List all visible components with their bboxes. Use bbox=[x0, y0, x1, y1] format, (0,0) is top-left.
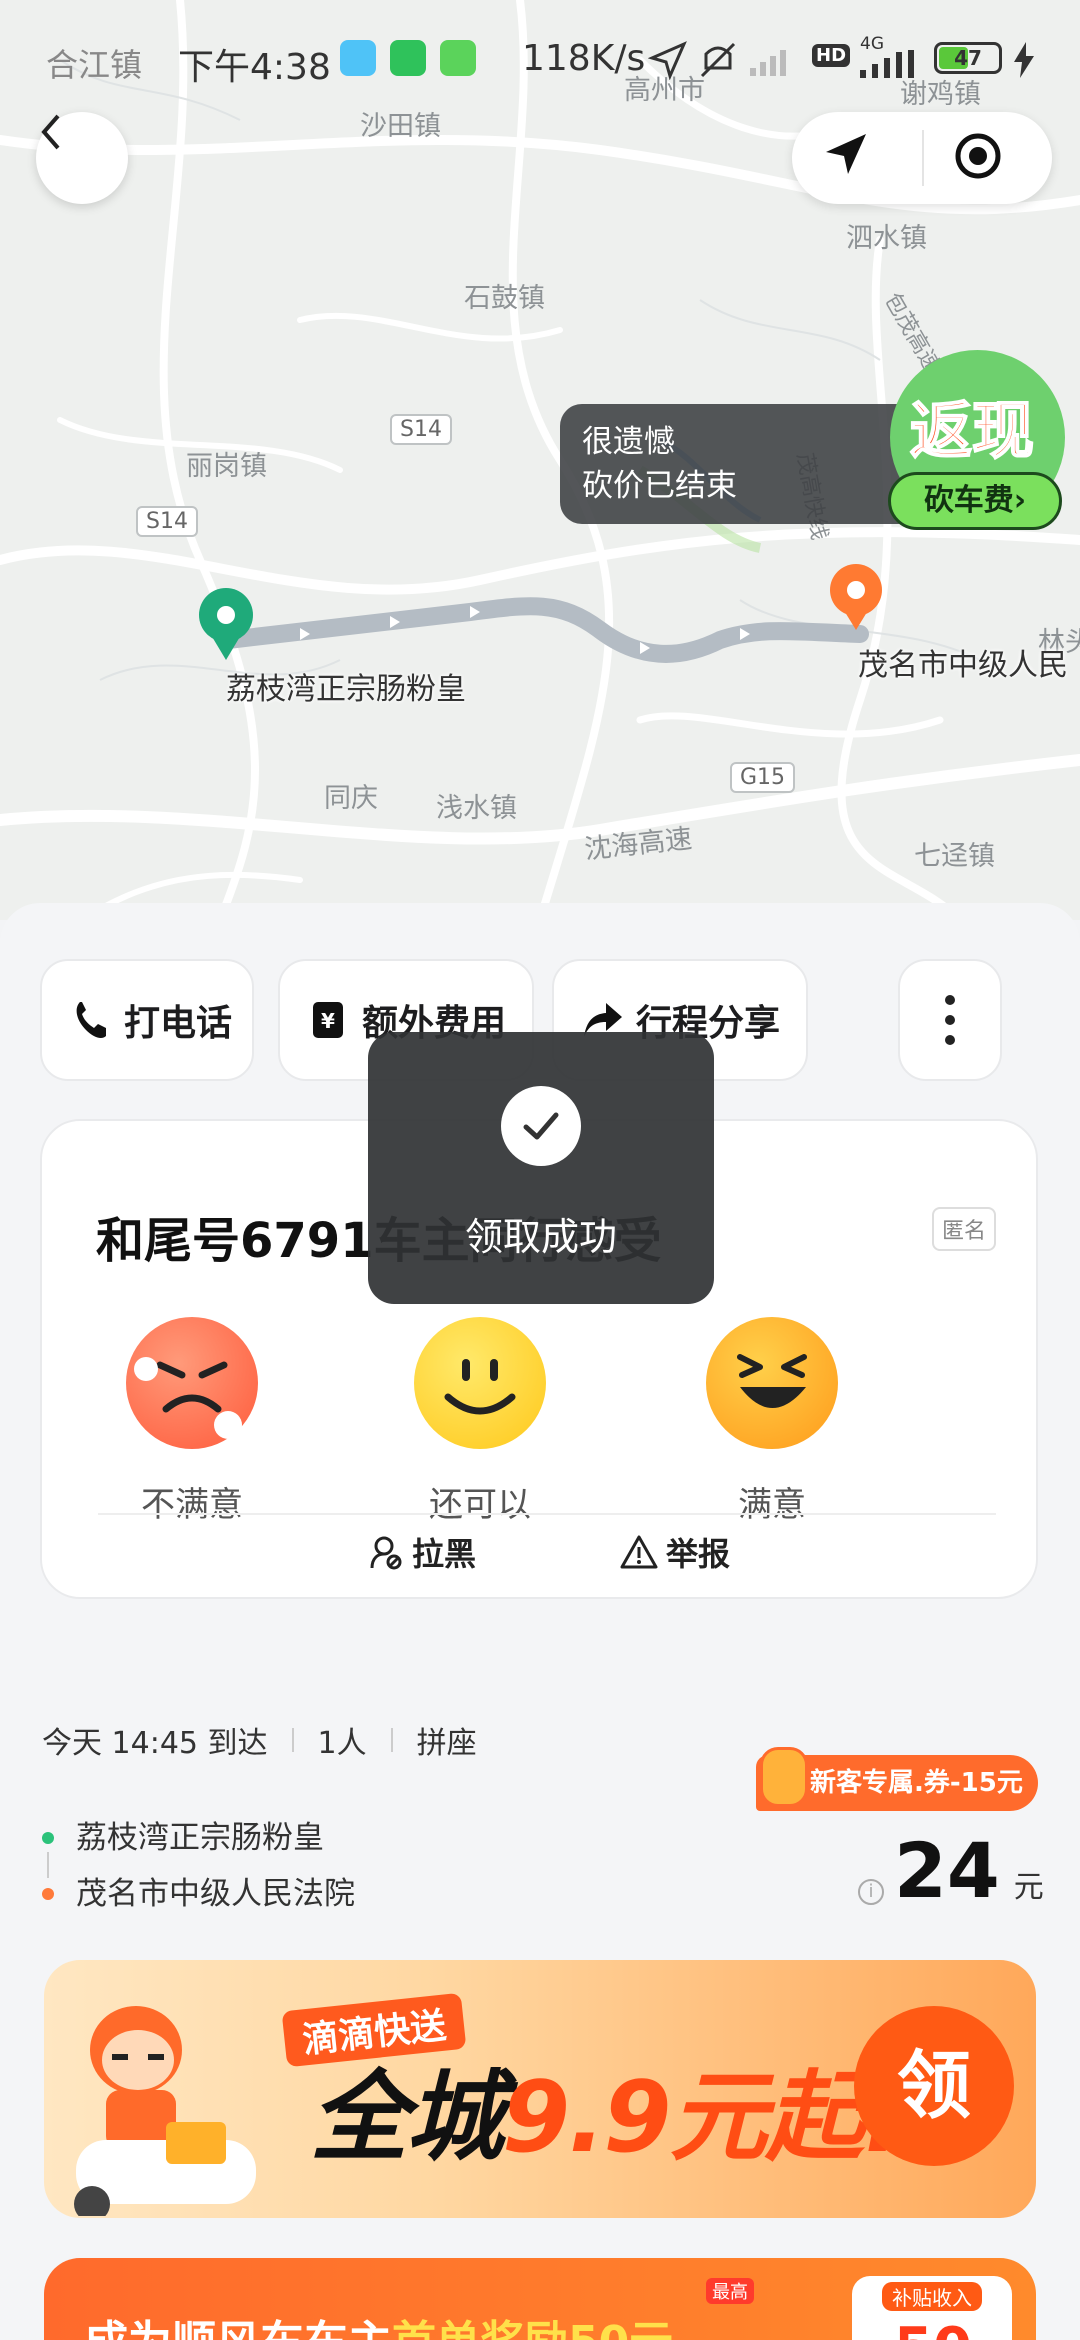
location-arrow-icon bbox=[648, 41, 687, 80]
claim-button[interactable]: 领 bbox=[854, 2006, 1014, 2166]
delivery-mascot-illustration bbox=[74, 2006, 256, 2216]
map-place-label: 泗水镇 bbox=[846, 223, 927, 254]
info-icon[interactable]: i bbox=[858, 1879, 884, 1905]
map-place-label: 七迳镇 bbox=[914, 841, 995, 872]
call-button[interactable]: 打电话 bbox=[40, 959, 254, 1081]
locate-me-button[interactable] bbox=[952, 130, 1022, 186]
origin-map-label: 荔枝湾正宗肠粉皇 bbox=[226, 672, 466, 707]
rating-option-label: 还可以 bbox=[429, 1485, 531, 1525]
status-network-speed: 118K/s bbox=[522, 38, 646, 79]
express-delivery-banner[interactable]: 滴滴快送 全城9.9元起! 领 bbox=[44, 1960, 1036, 2218]
status-location: 合江镇 bbox=[46, 46, 143, 84]
battery-indicator: 47 bbox=[934, 42, 1002, 74]
telegram-icon bbox=[340, 40, 376, 76]
cashback-title: 返现 bbox=[909, 393, 1035, 468]
report-label: 举报 bbox=[666, 1535, 731, 1573]
block-label: 拉黑 bbox=[412, 1535, 477, 1573]
status-time: 下午4:38 bbox=[178, 47, 331, 88]
report-button[interactable]: 举报 bbox=[620, 1529, 730, 1575]
map-place-label: 同庆 bbox=[324, 783, 378, 814]
trip-price[interactable]: i 24 元 bbox=[858, 1826, 1044, 1915]
subsidy-badge: 补贴收入 50 bbox=[852, 2276, 1012, 2340]
back-button[interactable] bbox=[36, 112, 128, 204]
rating-option-unsatisfied[interactable]: 不满意 bbox=[92, 1317, 292, 1526]
route-origin: 荔枝湾正宗肠粉皇 bbox=[42, 1810, 355, 1878]
call-label: 打电话 bbox=[124, 1003, 233, 1044]
map-place-label: 石鼓镇 bbox=[464, 283, 545, 314]
cashback-action: 砍车费› bbox=[888, 472, 1062, 530]
charging-icon bbox=[1014, 42, 1034, 78]
smile-face-icon bbox=[414, 1317, 546, 1449]
map-place-label: 丽岗镇 bbox=[186, 451, 267, 482]
navigation-arrow-icon bbox=[826, 134, 866, 174]
svg-text:¥: ¥ bbox=[321, 1009, 335, 1033]
origin-pin bbox=[199, 588, 253, 660]
road-shield: G15 bbox=[730, 762, 796, 793]
locate-target-icon bbox=[955, 133, 1001, 179]
map-place-label: 浅水镇 bbox=[436, 793, 517, 824]
phone-icon bbox=[76, 1002, 106, 1038]
status-bar: 合江镇 下午4:38 118K/s HD 4G 47 bbox=[0, 0, 1080, 110]
max-tag: 最高 bbox=[706, 2278, 754, 2304]
hd-badge: HD bbox=[812, 44, 851, 67]
app-notification-icon bbox=[440, 40, 476, 76]
toast-message: 领取成功 bbox=[464, 1215, 617, 1259]
ride-mode: 拼座 bbox=[416, 1726, 477, 1761]
warning-icon bbox=[620, 1535, 658, 1569]
bubble-line: 很遗憾 bbox=[582, 424, 675, 460]
road-shield: S14 bbox=[390, 414, 452, 445]
mute-icon bbox=[700, 42, 736, 78]
chevron-left-icon bbox=[41, 114, 60, 150]
rating-option-satisfied[interactable]: 满意 bbox=[672, 1317, 872, 1526]
map-controls bbox=[792, 112, 1052, 204]
driver-recruit-text: 成为顺风车车主首单奖励50元 bbox=[84, 2306, 673, 2340]
coupon-text: 新客专属.券-15元 bbox=[810, 1768, 1023, 1798]
checkmark-icon bbox=[501, 1086, 581, 1166]
bubble-line: 砍价已结束 bbox=[582, 468, 737, 504]
success-toast: 领取成功 bbox=[368, 1032, 714, 1304]
destination-map-label: 茂名市中级人民 bbox=[858, 648, 1068, 683]
wechat-icon bbox=[390, 40, 426, 76]
cashback-badge[interactable]: 返现 砍车费› bbox=[880, 340, 1070, 540]
trip-meta: 今天 14:45 到达 1人 拼座 bbox=[42, 1718, 477, 1762]
subsidy-amount: 50 bbox=[894, 2316, 972, 2340]
block-driver-button[interactable]: 拉黑 bbox=[368, 1529, 476, 1575]
route-destination: 茂名市中级人民法院 bbox=[42, 1866, 355, 1922]
express-headline: 全城9.9元起! bbox=[310, 2061, 906, 2175]
more-options-button[interactable] bbox=[898, 959, 1002, 1081]
subsidy-label: 补贴收入 bbox=[882, 2282, 982, 2311]
road-shield: S14 bbox=[136, 506, 198, 537]
new-user-coupon-badge[interactable]: 新客专属.券-15元 bbox=[756, 1747, 1038, 1811]
anonymous-toggle[interactable]: 匿名 bbox=[931, 1207, 996, 1251]
navigate-button[interactable] bbox=[822, 130, 892, 186]
block-user-icon bbox=[370, 1536, 402, 1570]
cell-signal-icon bbox=[860, 50, 914, 78]
laughing-face-icon bbox=[706, 1317, 838, 1449]
rating-option-label: 不满意 bbox=[141, 1485, 243, 1525]
bargain-ended-bubble: 很遗憾 砍价已结束 bbox=[560, 404, 920, 524]
arrival-time: 今天 14:45 到达 bbox=[42, 1726, 268, 1761]
wifi-signal-icon bbox=[750, 50, 786, 76]
receipt-icon: ¥ bbox=[313, 1002, 343, 1038]
rating-option-label: 满意 bbox=[738, 1485, 806, 1525]
driver-recruit-banner[interactable]: 成为顺风车车主首单奖励50元 最高 补贴收入 50 bbox=[44, 2258, 1036, 2340]
rating-option-okay[interactable]: 还可以 bbox=[380, 1317, 580, 1526]
trip-route: 荔枝湾正宗肠粉皇 茂名市中级人民法院 bbox=[42, 1810, 355, 1922]
thumbs-up-icon bbox=[760, 1747, 808, 1807]
price-unit: 元 bbox=[1013, 1870, 1044, 1905]
passenger-count: 1人 bbox=[317, 1726, 367, 1761]
angry-face-icon bbox=[126, 1317, 258, 1449]
map-view[interactable]: 沙田镇 高州市 谢鸡镇 石鼓镇 泗水镇 丽岗镇 同庆 浅水镇 沈海高速 七迳镇 … bbox=[0, 0, 1080, 920]
price-amount: 24 bbox=[894, 1826, 1000, 1915]
